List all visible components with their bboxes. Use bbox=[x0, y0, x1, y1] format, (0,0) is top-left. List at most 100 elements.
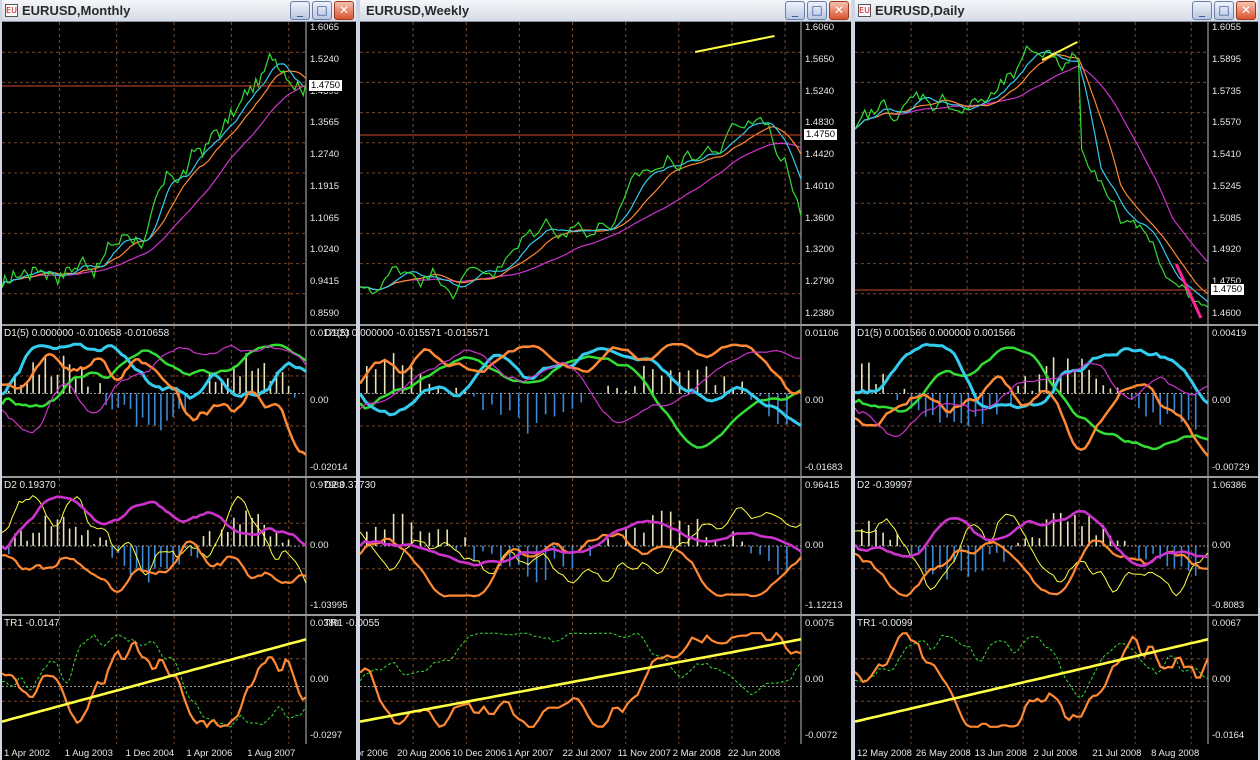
chart-window-3[interactable]: EU EURUSD,Daily _ □ ✕ 1.6055 1.5895 1.5735 1.557… bbox=[853, 0, 1260, 760]
histogram-bar bbox=[111, 546, 113, 558]
histogram-bar bbox=[500, 393, 502, 415]
histogram-bar bbox=[87, 530, 89, 546]
histogram-bar bbox=[705, 366, 708, 394]
time-axis: 5 Apr 2006 20 Aug 200610 Dec 20061 Apr 20… bbox=[360, 744, 851, 760]
histogram-bar bbox=[571, 393, 574, 409]
histogram-bar bbox=[123, 393, 126, 405]
histogram-bar bbox=[160, 546, 162, 567]
minimize-button[interactable]: _ bbox=[785, 1, 805, 20]
indicator-d2-pane[interactable]: D2 0.37730 0.96415 0.00 -1.12213 bbox=[324, 478, 851, 614]
histogram-bar bbox=[660, 510, 663, 546]
histogram-bar bbox=[473, 546, 475, 561]
indicator-label: D2 0.19370 bbox=[4, 480, 56, 491]
window-titlebar[interactable]: EU EURUSD,Daily _ □ ✕ bbox=[855, 0, 1258, 22]
price-axis-label: 1.5240 bbox=[805, 85, 835, 97]
maximize-button[interactable]: □ bbox=[807, 1, 827, 20]
histogram-bar bbox=[464, 537, 466, 546]
indicator-tr1-pane[interactable]: TR1 -0.0055 0.0075 0.00 -0.0072 bbox=[324, 616, 851, 744]
indicator-axis-label: 0.00 bbox=[310, 674, 329, 685]
price-pane[interactable]: 1.6055 1.5895 1.5735 1.5570 1.5410 1.5245 1.50… bbox=[855, 22, 1258, 324]
oscillator-orange-line bbox=[360, 343, 802, 395]
time-axis-label: 22 Jul 2007 bbox=[562, 748, 612, 759]
price-pane[interactable]: 1.60651.52401.43901.35651.27401.19151.10… bbox=[2, 22, 356, 324]
close-button[interactable]: ✕ bbox=[829, 1, 849, 20]
oscillator-yellow-line bbox=[2, 638, 307, 723]
price-axis-label: 1.5240 bbox=[310, 53, 340, 65]
histogram-bar bbox=[696, 369, 699, 394]
histogram-bar bbox=[392, 353, 395, 394]
histogram-bar bbox=[81, 535, 83, 546]
oscillator-green-line bbox=[855, 346, 1209, 451]
chart-window-1[interactable]: EUEURUSD,Monthly_□✕1.60651.52401.43901.3… bbox=[0, 0, 358, 760]
histogram-bar bbox=[366, 531, 368, 546]
price-axis-label: 1.5570 bbox=[1212, 117, 1242, 129]
time-axis-label: 1 Apr 2006 bbox=[186, 748, 233, 759]
indicator-tr1-pane[interactable]: TR1 -0.0099 0.0067 0.00 -0.0164 bbox=[855, 616, 1258, 744]
histogram-bar bbox=[233, 368, 235, 394]
price-axis-label: 1.6060 bbox=[805, 22, 835, 33]
price-line bbox=[2, 51, 307, 288]
price-pane[interactable]: 1.6060 1.5650 1.5240 1.4830 1.4420 1.4010 1.36… bbox=[360, 22, 851, 324]
current-price-tag: 1.4750 bbox=[308, 79, 344, 92]
maximize-button[interactable]: □ bbox=[312, 1, 332, 20]
price-axis-label: 1.1915 bbox=[310, 180, 340, 192]
histogram-bar bbox=[562, 393, 565, 412]
histogram-bar bbox=[517, 393, 520, 418]
histogram-bar bbox=[652, 369, 654, 394]
histogram-bar bbox=[1010, 546, 1012, 550]
minimize-button[interactable]: _ bbox=[1192, 1, 1212, 20]
histogram-bar bbox=[419, 531, 422, 546]
histogram-bar bbox=[473, 393, 475, 397]
indicator-d2-pane[interactable]: D2 -0.39997 1.06386 0.00 -0.8083 bbox=[855, 478, 1258, 614]
histogram-bar bbox=[1187, 393, 1190, 421]
time-axis-label: 26 May 2008 bbox=[915, 748, 971, 759]
oscillator-magenta-line bbox=[360, 349, 802, 424]
histogram-bar bbox=[974, 546, 977, 573]
window-titlebar[interactable]: EU EURUSD,Monthly _ □ ✕ bbox=[2, 0, 356, 22]
pane-canvas bbox=[855, 326, 1209, 476]
histogram-bar bbox=[154, 393, 156, 426]
histogram-bar bbox=[1095, 378, 1097, 394]
histogram-bar bbox=[257, 514, 259, 546]
histogram-bar bbox=[607, 385, 609, 394]
histogram-bar bbox=[896, 393, 899, 400]
oscillator-yellow-line bbox=[360, 507, 802, 584]
close-button[interactable]: ✕ bbox=[334, 1, 354, 20]
histogram-bar bbox=[293, 393, 296, 398]
price-axis-label: 0.8590 bbox=[310, 308, 340, 319]
close-button[interactable]: ✕ bbox=[1236, 1, 1256, 20]
time-axis-label: 21 Jul 2008 bbox=[1092, 748, 1142, 759]
indicator-axis-label: 0.0067 bbox=[1212, 618, 1242, 629]
chart-window-2[interactable]: EURUSD,Weekly _ □ ✕ 1.6060 1.5650 1.5240 1.4830… bbox=[324, 0, 853, 760]
indicator-d1-pane[interactable]: D1(5) 0.000000 -0.010658 -0.010658 0.0179… bbox=[2, 326, 356, 476]
histogram-bar bbox=[166, 546, 168, 569]
indicator-axis-label: 0.00419 bbox=[1212, 328, 1247, 339]
histogram-bar bbox=[1180, 546, 1183, 567]
histogram-bar bbox=[571, 546, 574, 569]
pane-canvas bbox=[360, 616, 802, 744]
price-axis-label: 1.3200 bbox=[805, 244, 835, 256]
minimize-button[interactable]: _ bbox=[290, 1, 310, 20]
histogram-bar bbox=[32, 362, 34, 394]
histogram-bar bbox=[166, 393, 168, 421]
indicator-d1-pane[interactable]: D1(5) 0.000000 -0.015571 -0.015571 0.0110… bbox=[324, 326, 851, 476]
histogram-bar bbox=[741, 541, 743, 546]
indicator-d1-pane[interactable]: D1(5) 0.001566 0.000000 0.001566 0.00419 0… bbox=[855, 326, 1258, 476]
indicator-axis-label: 0.01106 bbox=[805, 328, 839, 339]
price-axis-label: 1.5650 bbox=[805, 53, 835, 65]
histogram-bar bbox=[1031, 537, 1034, 546]
pane-canvas bbox=[2, 478, 307, 614]
maximize-button[interactable]: □ bbox=[1214, 1, 1234, 20]
indicator-tr1-pane[interactable]: TR1 -0.0147 0.0389 0.00 -0.0297 bbox=[2, 616, 356, 744]
histogram-bar bbox=[1059, 512, 1062, 546]
window-titlebar[interactable]: EURUSD,Weekly _ □ ✕ bbox=[360, 0, 851, 22]
indicator-d2-pane[interactable]: D2 0.19370 0.97983 0.00 -1.03995 bbox=[2, 478, 356, 614]
histogram-bar bbox=[62, 516, 65, 546]
time-axis-label: 2 Mar 2008 bbox=[672, 748, 721, 759]
histogram-bar bbox=[428, 532, 431, 546]
price-axis-label: 1.5410 bbox=[1212, 149, 1242, 161]
histogram-bar bbox=[74, 377, 77, 394]
histogram-bar bbox=[1067, 358, 1069, 394]
indicator-label: D1(5) 0.000000 -0.010658 -0.010658 bbox=[4, 328, 170, 339]
time-axis-label: 22 Jun 2008 bbox=[727, 748, 781, 759]
